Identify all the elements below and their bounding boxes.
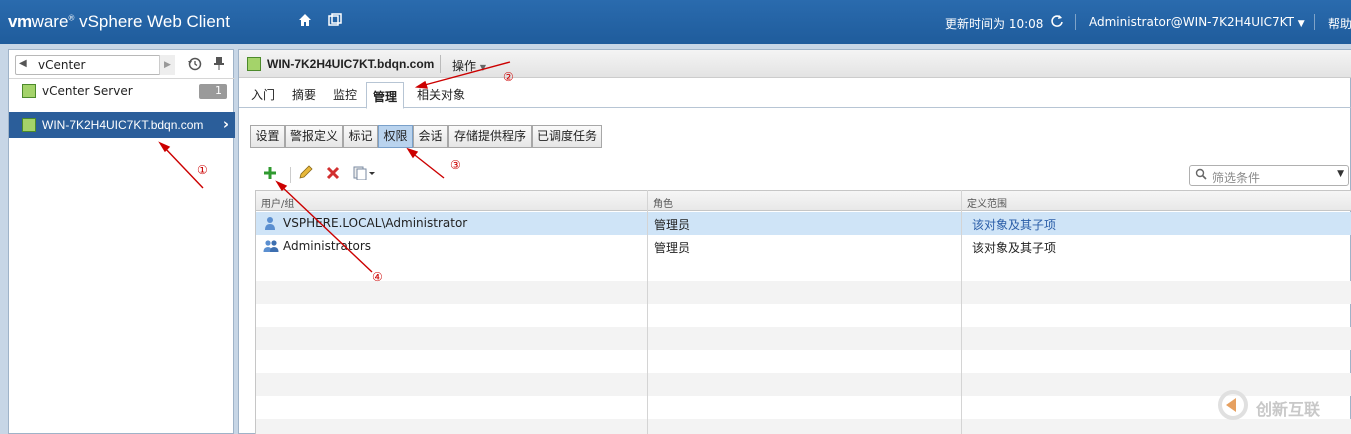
annotation-label: ③ [450, 158, 461, 172]
annotation-label: ① [197, 163, 208, 177]
annotation-arrows [158, 61, 511, 273]
annotation-label: ② [503, 70, 514, 84]
watermark-logo: 创新互联 [1216, 388, 1346, 422]
annotation-label: ④ [372, 270, 383, 284]
